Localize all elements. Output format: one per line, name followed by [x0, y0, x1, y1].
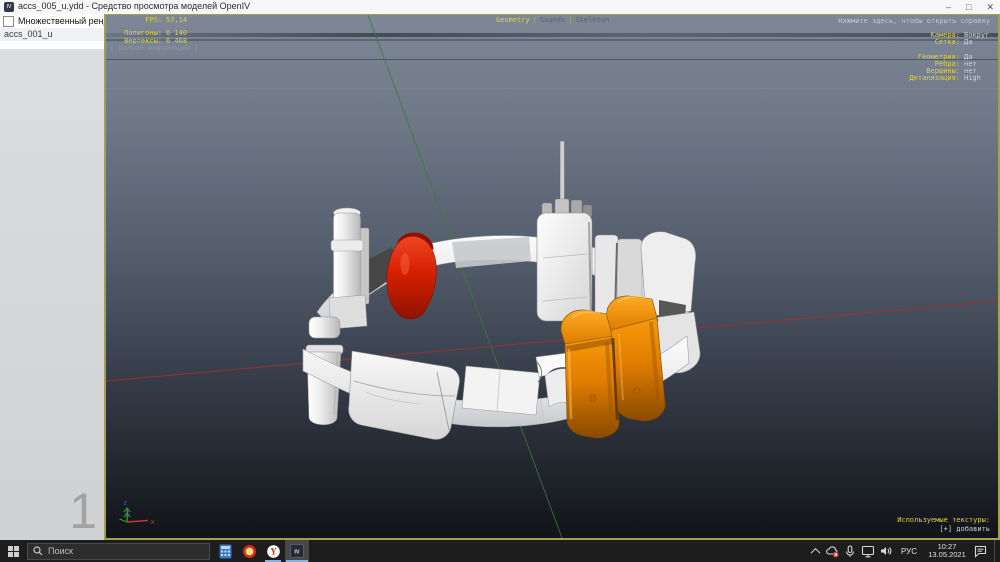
multi-render-checkbox[interactable] [3, 16, 14, 27]
openiv-window-icon: IV [4, 2, 14, 12]
axis-gizmo: x z [120, 499, 155, 526]
window-titlebar: IV accs_005_u.ydd - Средство просмотра м… [0, 0, 1000, 14]
tab-geometry[interactable]: Geometry [496, 16, 530, 24]
model-list-panel: Множественный рендер accs_001_u 1 [0, 14, 106, 540]
tab-skeleton[interactable]: Skeleton [575, 16, 609, 24]
tray-microphone-icon[interactable] [843, 540, 858, 562]
taskbar-clock[interactable]: 10:27 13.05.2021 [924, 543, 970, 559]
tray-expand-chevron-icon[interactable] [811, 547, 821, 557]
3d-scene: x z [106, 15, 998, 538]
multi-render-label: Множественный рендер [18, 16, 104, 26]
system-tray: РУС 10:27 13.05.2021 [809, 540, 1000, 562]
hud-fps: FPS:57,14 [124, 16, 187, 24]
more-info-button[interactable]: [ Больше информации ] [110, 44, 199, 52]
taskbar-search[interactable]: Поиск [27, 543, 210, 560]
svg-text:IV: IV [294, 549, 300, 555]
add-texture-button[interactable]: [+] добавить [939, 525, 990, 533]
search-icon [33, 546, 43, 556]
red-ring-app-icon [242, 544, 257, 559]
show-desktop-button[interactable] [994, 540, 999, 562]
language-indicator[interactable]: РУС [901, 547, 917, 556]
window-title: accs_005_u.ydd - Средство просмотра моде… [18, 1, 250, 11]
taskbar-app-yandex-browser[interactable]: Y [261, 540, 285, 562]
help-hint[interactable]: Нажмите здесь, чтобы открыть справку [838, 17, 990, 25]
svg-text:Y: Y [270, 546, 277, 556]
orange-magazine-pouch [561, 296, 665, 438]
taskbar-app-openiv[interactable]: IV [285, 540, 309, 562]
tray-volume-icon[interactable] [879, 540, 894, 562]
minimize-button[interactable]: – [946, 0, 951, 14]
page-indicator: 1 [69, 486, 97, 536]
openiv-icon: IV [290, 544, 304, 558]
setting-grid[interactable]: Сетка:Да [894, 38, 990, 46]
front-pouch [349, 351, 460, 439]
start-button[interactable] [0, 540, 26, 562]
tray-cloud-icon[interactable] [825, 540, 840, 562]
multi-render-row: Множественный рендер [0, 14, 104, 28]
tab-sounds[interactable]: Sounds [540, 16, 565, 24]
search-placeholder: Поиск [48, 546, 73, 556]
baton-holder [329, 208, 369, 329]
tray-display-icon[interactable] [861, 540, 876, 562]
viewer-tabs: Geometry|Sounds|Skeleton [496, 16, 609, 24]
taskbar-app-calculator[interactable] [213, 540, 237, 562]
setting-detail[interactable]: Детализация:High [894, 74, 990, 82]
clock-date: 13.05.2021 [924, 551, 970, 559]
red-pouch [387, 235, 437, 319]
calculator-icon [219, 544, 232, 559]
maximize-button[interactable]: □ [966, 0, 971, 14]
taskbar: Поиск Y [0, 540, 1000, 562]
axis-z-label: z [123, 499, 127, 507]
radio-with-antenna [537, 141, 592, 321]
taskbar-app-red-ring[interactable] [237, 540, 261, 562]
belt-3d-model[interactable] [303, 141, 700, 439]
axis-x-label: x [151, 518, 155, 526]
screen: IV accs_005_u.ydd - Средство просмотра м… [0, 0, 1000, 562]
action-center-icon[interactable] [973, 540, 988, 562]
close-button[interactable]: ✕ [986, 0, 994, 14]
windows-logo-icon [8, 546, 19, 557]
yandex-browser-icon: Y [266, 544, 281, 559]
model-list-item-accs-001-u[interactable]: accs_001_u [0, 28, 104, 41]
textures-label: Используемые текстуры: [897, 516, 990, 524]
3d-viewport[interactable]: x z FPS:57,14 Полигоны:6 140 Вертексы:6 … [106, 14, 1000, 540]
model-list-empty-row [0, 41, 104, 49]
